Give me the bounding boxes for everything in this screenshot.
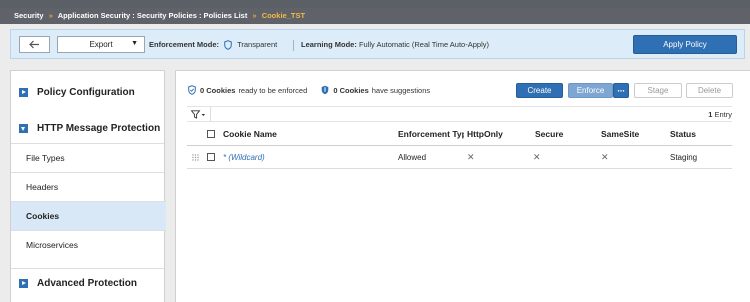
enforcement-mode-label: Enforcement Mode: bbox=[149, 40, 220, 49]
more-actions-button[interactable]: ··· bbox=[613, 83, 629, 98]
sidebar-section-label: Advanced Protection bbox=[37, 277, 138, 289]
cookie-stats: 0 Cookies ready to be enforced 0 Cookies… bbox=[188, 85, 442, 97]
secure-x-icon: ✕ bbox=[533, 152, 541, 162]
cookie-name-link[interactable]: * (Wildcard) bbox=[223, 146, 383, 169]
breadcrumb-separator: » bbox=[252, 11, 257, 20]
create-button[interactable]: Create bbox=[516, 83, 563, 98]
expand-right-icon bbox=[19, 278, 28, 288]
ready-to-enforce-stat[interactable]: 0 Cookies ready to be enforced bbox=[188, 85, 307, 95]
status-value: Staging bbox=[670, 153, 698, 162]
sidebar-section-policy-configuration[interactable]: Policy Configuration bbox=[11, 78, 166, 107]
apply-policy-button[interactable]: Apply Policy bbox=[633, 35, 737, 54]
arrow-left-icon bbox=[29, 40, 39, 49]
sidebar-section-advanced-protection[interactable]: Advanced Protection bbox=[11, 268, 166, 297]
httponly-x-icon: ✕ bbox=[467, 152, 475, 162]
samesite-x-icon: ✕ bbox=[601, 152, 609, 162]
table-row[interactable]: * (Wildcard) Allowed ✕ ✕ ✕ Staging bbox=[187, 146, 732, 169]
learning-mode-label: Learning Mode: bbox=[301, 40, 357, 49]
stat-text: have suggestions bbox=[371, 85, 431, 95]
breadcrumb-item-security[interactable]: Security bbox=[14, 11, 44, 20]
sidebar: Policy Configuration HTTP Message Protec… bbox=[10, 70, 166, 302]
enforcement-mode-value[interactable]: Transparent bbox=[237, 40, 277, 49]
column-header-secure[interactable]: Secure bbox=[535, 123, 595, 146]
column-header-enforcement-type[interactable]: Enforcement Type bbox=[398, 123, 464, 146]
column-header-status[interactable]: Status bbox=[670, 123, 730, 146]
stat-count: 0 Cookies bbox=[200, 85, 236, 95]
caret-down-icon: ▼ bbox=[131, 40, 138, 47]
entry-count-label: Entry bbox=[714, 110, 732, 119]
breadcrumb-item-policies[interactable]: Application Security : Security Policies… bbox=[58, 11, 248, 20]
expand-down-icon bbox=[19, 124, 28, 133]
expand-right-icon bbox=[19, 88, 28, 97]
shield-check-icon bbox=[188, 85, 196, 95]
stat-text: ready to be enforced bbox=[238, 85, 308, 95]
table-header: Cookie Name Enforcement Type HttpOnly Se… bbox=[187, 123, 732, 146]
shield-filled-icon bbox=[322, 85, 329, 95]
back-button[interactable] bbox=[19, 36, 50, 53]
learning-mode: Learning Mode: Fully Automatic (Real Tim… bbox=[301, 30, 489, 60]
sidebar-item-headers[interactable]: Headers bbox=[11, 172, 166, 201]
row-checkbox[interactable] bbox=[207, 153, 215, 161]
sidebar-item-microservices[interactable]: Microservices bbox=[11, 230, 166, 259]
column-header-httponly[interactable]: HttpOnly bbox=[467, 123, 527, 146]
enforcement-mode: Enforcement Mode: Transparent bbox=[149, 30, 277, 60]
filter-row: 1 Entry bbox=[187, 106, 732, 122]
enforce-button[interactable]: Enforce bbox=[568, 83, 613, 98]
top-strip bbox=[0, 0, 750, 8]
learning-mode-value[interactable]: Fully Automatic (Real Time Auto-Apply) bbox=[359, 40, 489, 49]
column-header-samesite[interactable]: SameSite bbox=[601, 123, 661, 146]
cookies-table: Cookie Name Enforcement Type HttpOnly Se… bbox=[187, 123, 732, 169]
sidebar-section-label: Policy Configuration bbox=[37, 87, 135, 98]
sidebar-item-cookies[interactable]: Cookies bbox=[11, 201, 166, 230]
filter-icon bbox=[191, 110, 206, 119]
sidebar-section-http-message-protection[interactable]: HTTP Message Protection bbox=[11, 114, 166, 143]
stat-count: 0 Cookies bbox=[333, 85, 369, 95]
sidebar-section-label: HTTP Message Protection bbox=[37, 123, 161, 134]
export-dropdown[interactable]: Export ▼ bbox=[57, 36, 145, 53]
breadcrumb: Security » Application Security : Securi… bbox=[0, 8, 750, 24]
column-header-cookie-name[interactable]: Cookie Name bbox=[223, 123, 383, 146]
delete-button[interactable]: Delete bbox=[686, 83, 733, 98]
entry-count-value: 1 bbox=[708, 110, 713, 119]
enforcement-type-value: Allowed bbox=[398, 153, 427, 162]
suggestions-stat[interactable]: 0 Cookies have suggestions bbox=[321, 85, 430, 95]
export-label: Export bbox=[89, 40, 113, 49]
shield-icon bbox=[224, 40, 232, 50]
toolbar-divider bbox=[293, 40, 294, 51]
policy-toolbar: Export ▼ Enforcement Mode: Transparent L… bbox=[10, 29, 745, 59]
breadcrumb-separator: » bbox=[48, 11, 53, 20]
sidebar-item-file-types[interactable]: File Types bbox=[11, 143, 166, 172]
filter-dropdown[interactable] bbox=[187, 107, 211, 122]
entry-count: 1 Entry bbox=[708, 107, 732, 122]
stage-button[interactable]: Stage bbox=[634, 83, 682, 98]
cookies-panel: 0 Cookies ready to be enforced 0 Cookies… bbox=[175, 70, 750, 302]
select-all-checkbox[interactable] bbox=[207, 130, 215, 138]
drag-handle-icon[interactable] bbox=[192, 154, 199, 161]
breadcrumb-item-current-policy[interactable]: Cookie_TST bbox=[262, 11, 305, 20]
